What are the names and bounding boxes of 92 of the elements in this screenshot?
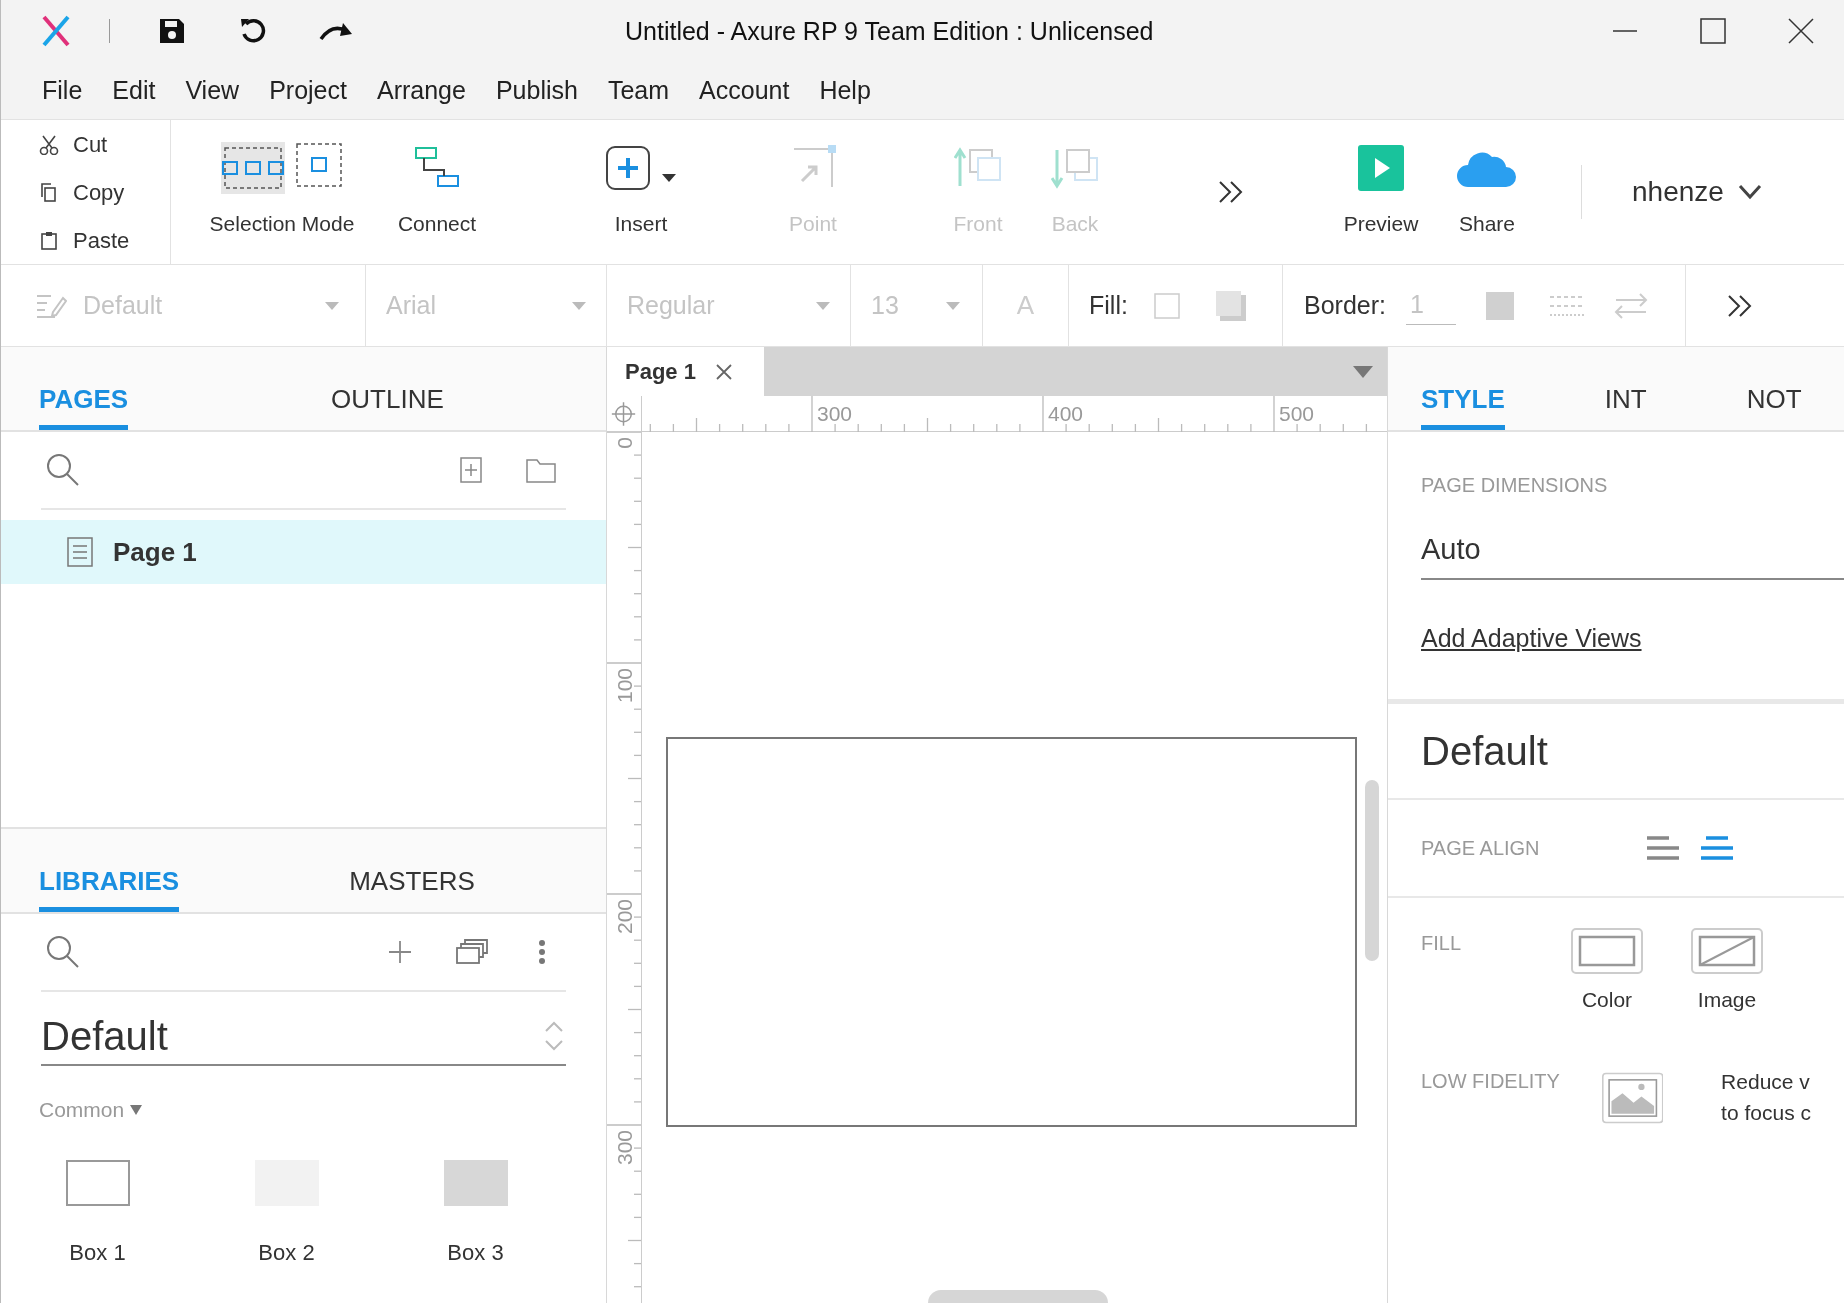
play-icon <box>1358 145 1404 191</box>
scrollbar-thumb[interactable] <box>928 1290 1108 1303</box>
copy-icon <box>39 181 59 203</box>
ruler-label: 400 <box>1048 402 1084 425</box>
scrollbar-thumb[interactable] <box>1365 780 1379 961</box>
panel-tab[interactable]: OUTLINE <box>331 380 444 430</box>
page-icon <box>67 537 93 567</box>
plus-icon[interactable] <box>388 940 412 964</box>
library-select[interactable]: Default <box>41 1008 566 1066</box>
fill-label: Fill: <box>1089 289 1128 321</box>
send-back-icon <box>1051 146 1099 190</box>
menu-item[interactable]: Publish <box>484 71 589 110</box>
low-fidelity-description: Reduce v to focus c <box>1721 1068 1811 1126</box>
save-icon[interactable] <box>158 17 186 45</box>
fill-option-button[interactable]: Image <box>1691 928 1763 1016</box>
shadow-swatch-icon[interactable] <box>1215 290 1246 321</box>
image-frame-icon <box>1691 928 1763 974</box>
caret-icon <box>325 301 339 310</box>
style-name: Default <box>1421 728 1548 775</box>
section-label: PAGE ALIGN <box>1421 836 1541 861</box>
double-chevron-icon[interactable] <box>1726 293 1754 318</box>
close-icon[interactable] <box>1788 18 1814 44</box>
caret-icon <box>572 301 586 310</box>
page-item[interactable]: Page 1 <box>1 520 606 584</box>
caret-icon <box>130 1104 143 1115</box>
adaptive-views-link[interactable]: Add Adaptive Views <box>1421 619 1642 657</box>
caret-icon <box>661 173 677 183</box>
clipboard-button[interactable]: Cut <box>39 123 170 165</box>
menu-item[interactable]: File <box>31 71 94 110</box>
clipboard-icon <box>39 229 59 251</box>
ruler-label: 300 <box>817 402 853 425</box>
scissors-icon <box>39 133 59 155</box>
plus-icon <box>605 145 651 191</box>
stacked-windows-icon[interactable] <box>456 939 488 965</box>
ruler-label: 200 <box>613 899 636 935</box>
caret-icon <box>946 301 960 310</box>
library-widget[interactable]: Box 2 <box>228 1159 345 1269</box>
menu-item[interactable]: View <box>174 71 251 110</box>
panel-tab[interactable]: INT <box>1604 380 1647 430</box>
maximize-icon[interactable] <box>1700 18 1726 44</box>
search-icon[interactable] <box>46 453 80 487</box>
menu-item[interactable]: Team <box>596 71 681 110</box>
toolbar-button[interactable]: Selection Mode <box>197 120 367 264</box>
align-center-icon[interactable] <box>1701 835 1733 861</box>
panel-tab[interactable]: NOT <box>1746 380 1802 430</box>
ruler-label: 300 <box>613 1130 636 1166</box>
chevron-down-icon <box>1737 184 1762 200</box>
section-label: LOW FIDELITY <box>1421 1068 1561 1094</box>
selection-icon <box>221 142 285 194</box>
menu-item[interactable]: Edit <box>101 71 167 110</box>
more-vertical-icon[interactable] <box>538 939 546 965</box>
section-label: FILL <box>1421 931 1463 956</box>
fill-color-swatch-icon[interactable] <box>1153 292 1180 319</box>
caret-icon[interactable] <box>1353 365 1373 378</box>
box-widget-icon <box>65 1159 130 1206</box>
menu-item[interactable]: Project <box>258 71 358 110</box>
section-label: PAGE DIMENSIONS <box>1421 473 1609 498</box>
ruler-label: 500 <box>1279 402 1315 425</box>
toolbar-button[interactable]: Share <box>1437 120 1537 264</box>
box-widget-icon <box>443 1159 508 1206</box>
toolbar-button[interactable]: Preview <box>1331 120 1431 264</box>
connect-icon <box>414 146 460 190</box>
clipboard-button[interactable]: Paste <box>39 219 170 261</box>
ruler-label: 100 <box>613 668 636 704</box>
border-color-swatch-icon[interactable] <box>1486 291 1514 320</box>
fill-option-button[interactable]: Color <box>1571 928 1643 1016</box>
color-frame-icon <box>1571 928 1643 974</box>
library-widget[interactable]: Box 3 <box>417 1159 534 1269</box>
document-tab[interactable]: Page 1 <box>607 347 764 396</box>
clipboard-button[interactable]: Copy <box>39 171 170 213</box>
double-chevron-icon <box>1217 180 1245 204</box>
app-logo-icon <box>41 15 71 47</box>
search-icon[interactable] <box>46 935 80 969</box>
add-page-icon[interactable] <box>460 457 482 483</box>
caret-icon <box>816 301 830 310</box>
menu-item[interactable]: Account <box>688 71 801 110</box>
container-select-icon[interactable] <box>295 142 343 188</box>
user-menu-button[interactable]: nhenze <box>1632 120 1762 264</box>
toolbar-button[interactable]: Connect <box>377 120 497 264</box>
menu-item[interactable]: Arrange <box>365 71 477 110</box>
panel-tab[interactable]: MASTERS <box>349 862 475 912</box>
ruler-label: 0 <box>613 437 636 449</box>
folder-icon[interactable] <box>526 457 556 483</box>
border-label: Border: <box>1304 289 1386 321</box>
menu-item[interactable]: Help <box>808 71 882 110</box>
align-left-icon[interactable] <box>1647 835 1679 861</box>
toolbar-button[interactable]: Insert <box>581 120 701 264</box>
window-title: Untitled - Axure RP 9 Team Edition : Unlicensed <box>625 16 1154 47</box>
page-dimensions-field[interactable]: Auto <box>1421 528 1844 580</box>
up-down-chevron-icon <box>544 1020 564 1052</box>
close-icon <box>715 363 732 380</box>
library-widget[interactable]: Box 1 <box>39 1159 156 1269</box>
